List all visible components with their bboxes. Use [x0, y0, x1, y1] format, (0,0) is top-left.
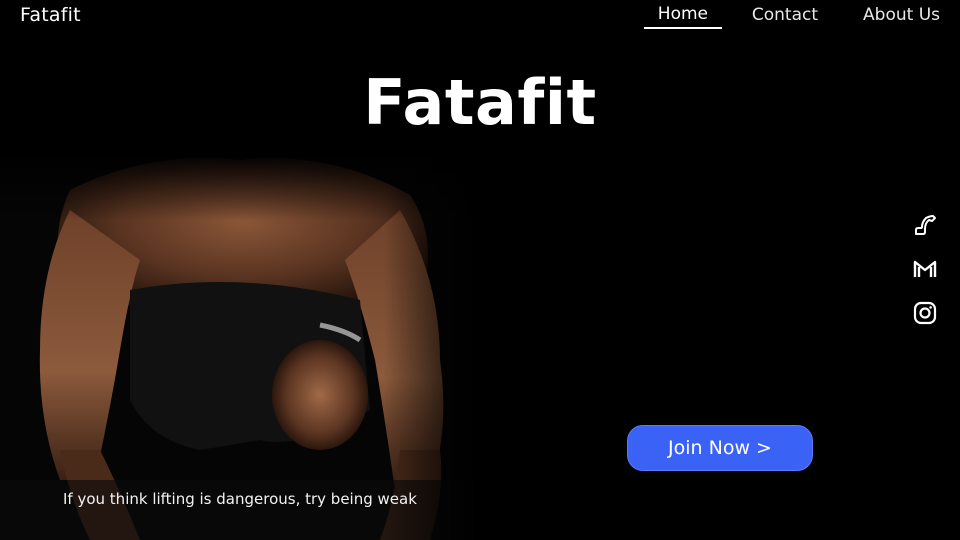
hero-athlete-image — [0, 150, 480, 540]
nav-contact-link[interactable]: Contact — [752, 0, 818, 25]
hero-tagline: If you think lifting is dangerous, try b… — [63, 490, 417, 508]
landing-page: Fatafit Home Contact About Us Fatafit Jo… — [0, 0, 960, 540]
brand-logo-text[interactable]: Fatafit — [20, 4, 81, 26]
social-links — [912, 212, 938, 344]
gmail-icon[interactable] — [912, 256, 938, 282]
instagram-icon[interactable] — [912, 300, 938, 326]
join-now-button[interactable]: Join Now > — [627, 425, 813, 471]
nav-about-link[interactable]: About Us — [863, 0, 940, 25]
hero-title: Fatafit — [363, 66, 597, 139]
top-navigation: Home Contact About Us — [643, 0, 960, 32]
nav-home-link[interactable]: Home — [643, 0, 722, 29]
phone-icon[interactable] — [912, 212, 938, 238]
